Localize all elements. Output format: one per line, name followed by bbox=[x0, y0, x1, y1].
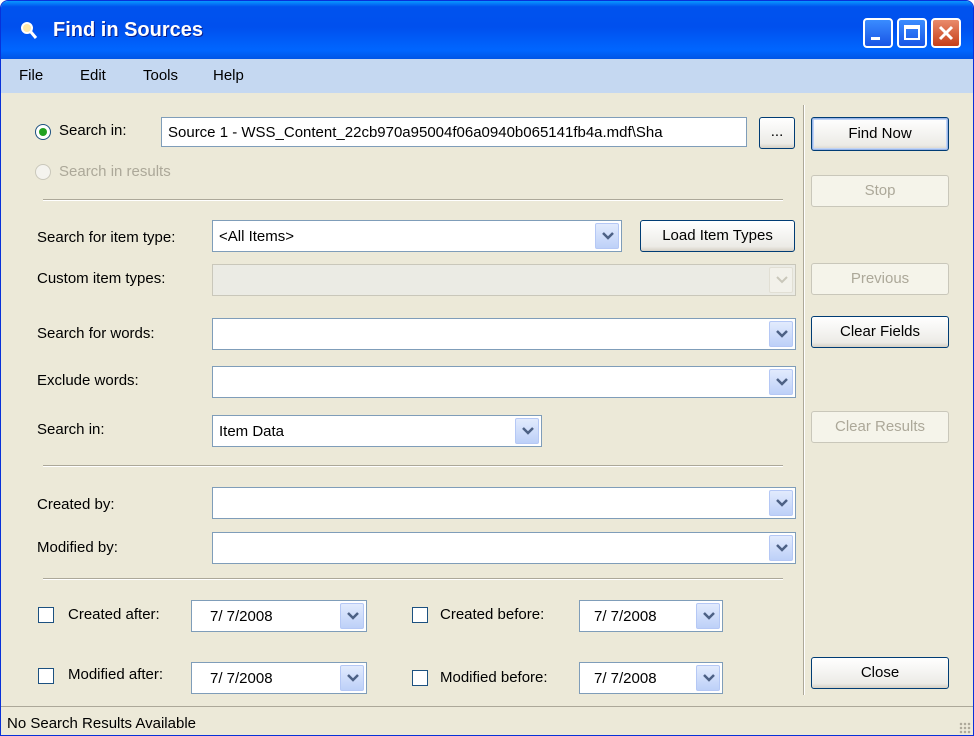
modified-after-checkbox[interactable] bbox=[38, 668, 54, 684]
created-after-dropdown-button[interactable] bbox=[340, 603, 364, 629]
clear-results-button[interactable]: Clear Results bbox=[811, 411, 949, 443]
modified-by-combo[interactable] bbox=[212, 532, 796, 564]
previous-button[interactable]: Previous bbox=[811, 263, 949, 295]
search-words-label: Search for words: bbox=[37, 325, 155, 342]
search-in-results-label: Search in results bbox=[59, 163, 171, 180]
menu-help[interactable]: Help bbox=[213, 67, 244, 84]
menu-file[interactable]: File bbox=[19, 67, 43, 84]
custom-item-types-dropdown-button[interactable] bbox=[769, 267, 793, 293]
modified-after-date-picker[interactable]: 7/ 7/2008 bbox=[191, 662, 367, 694]
minimize-button[interactable] bbox=[863, 18, 893, 48]
divider bbox=[43, 199, 783, 201]
custom-item-types-label: Custom item types: bbox=[37, 270, 166, 287]
modified-after-dropdown-button[interactable] bbox=[340, 665, 364, 691]
created-by-combo[interactable] bbox=[212, 487, 796, 519]
menu-bar: File Edit Tools Help bbox=[1, 59, 973, 93]
menu-edit[interactable]: Edit bbox=[80, 67, 106, 84]
search-in-label: Search in: bbox=[59, 122, 127, 139]
close-window-button[interactable] bbox=[931, 18, 961, 48]
modified-before-dropdown-button[interactable] bbox=[696, 665, 720, 691]
resize-grip-icon[interactable] bbox=[959, 722, 971, 734]
search-in-data-dropdown-button[interactable] bbox=[515, 418, 539, 444]
modified-before-label: Modified before: bbox=[440, 669, 548, 686]
find-in-sources-window: Find in Sources File Edit Tools Help Sea… bbox=[0, 0, 974, 736]
modified-by-dropdown-button[interactable] bbox=[769, 535, 793, 561]
modified-after-label: Modified after: bbox=[68, 666, 164, 683]
search-words-combo[interactable] bbox=[212, 318, 796, 350]
search-in-radio[interactable] bbox=[35, 124, 51, 140]
created-after-label: Created after: bbox=[68, 606, 160, 623]
divider bbox=[43, 578, 783, 580]
search-in-results-radio[interactable] bbox=[35, 164, 51, 180]
clear-fields-button[interactable]: Clear Fields bbox=[811, 316, 949, 348]
stop-button[interactable]: Stop bbox=[811, 175, 949, 207]
created-before-checkbox[interactable] bbox=[412, 607, 428, 623]
search-words-dropdown-button[interactable] bbox=[769, 321, 793, 347]
modified-before-date-picker[interactable]: 7/ 7/2008 bbox=[579, 662, 723, 694]
menu-tools[interactable]: Tools bbox=[143, 67, 178, 84]
item-type-label: Search for item type: bbox=[37, 229, 176, 246]
search-in-data-label: Search in: bbox=[37, 421, 105, 438]
status-text: No Search Results Available bbox=[7, 715, 196, 732]
custom-item-types-combo[interactable] bbox=[212, 264, 796, 296]
exclude-words-label: Exclude words: bbox=[37, 372, 139, 389]
browse-button[interactable]: ... bbox=[759, 117, 795, 149]
created-by-dropdown-button[interactable] bbox=[769, 490, 793, 516]
modified-before-checkbox[interactable] bbox=[412, 670, 428, 686]
close-button[interactable]: Close bbox=[811, 657, 949, 689]
created-before-label: Created before: bbox=[440, 606, 545, 623]
load-item-types-button[interactable]: Load Item Types bbox=[640, 220, 795, 252]
item-type-combo[interactable]: <All Items> bbox=[212, 220, 622, 252]
created-before-dropdown-button[interactable] bbox=[696, 603, 720, 629]
title-bar[interactable]: Find in Sources bbox=[1, 1, 973, 59]
exclude-words-combo[interactable] bbox=[212, 366, 796, 398]
divider bbox=[43, 465, 783, 467]
maximize-button[interactable] bbox=[897, 18, 927, 48]
window-title: Find in Sources bbox=[53, 19, 204, 41]
vertical-divider bbox=[803, 105, 805, 695]
source-path-field[interactable]: Source 1 - WSS_Content_22cb970a95004f06a… bbox=[161, 117, 747, 147]
created-after-checkbox[interactable] bbox=[38, 607, 54, 623]
created-after-date-picker[interactable]: 7/ 7/2008 bbox=[191, 600, 367, 632]
status-bar: No Search Results Available bbox=[1, 706, 973, 735]
dialog-content: Search in: Source 1 - WSS_Content_22cb97… bbox=[1, 93, 973, 705]
find-now-button[interactable]: Find Now bbox=[811, 117, 949, 151]
modified-by-label: Modified by: bbox=[37, 539, 118, 556]
magnifier-icon bbox=[19, 20, 39, 40]
created-by-label: Created by: bbox=[37, 496, 115, 513]
created-before-date-picker[interactable]: 7/ 7/2008 bbox=[579, 600, 723, 632]
item-type-dropdown-button[interactable] bbox=[595, 223, 619, 249]
search-in-data-combo[interactable]: Item Data bbox=[212, 415, 542, 447]
exclude-words-dropdown-button[interactable] bbox=[769, 369, 793, 395]
